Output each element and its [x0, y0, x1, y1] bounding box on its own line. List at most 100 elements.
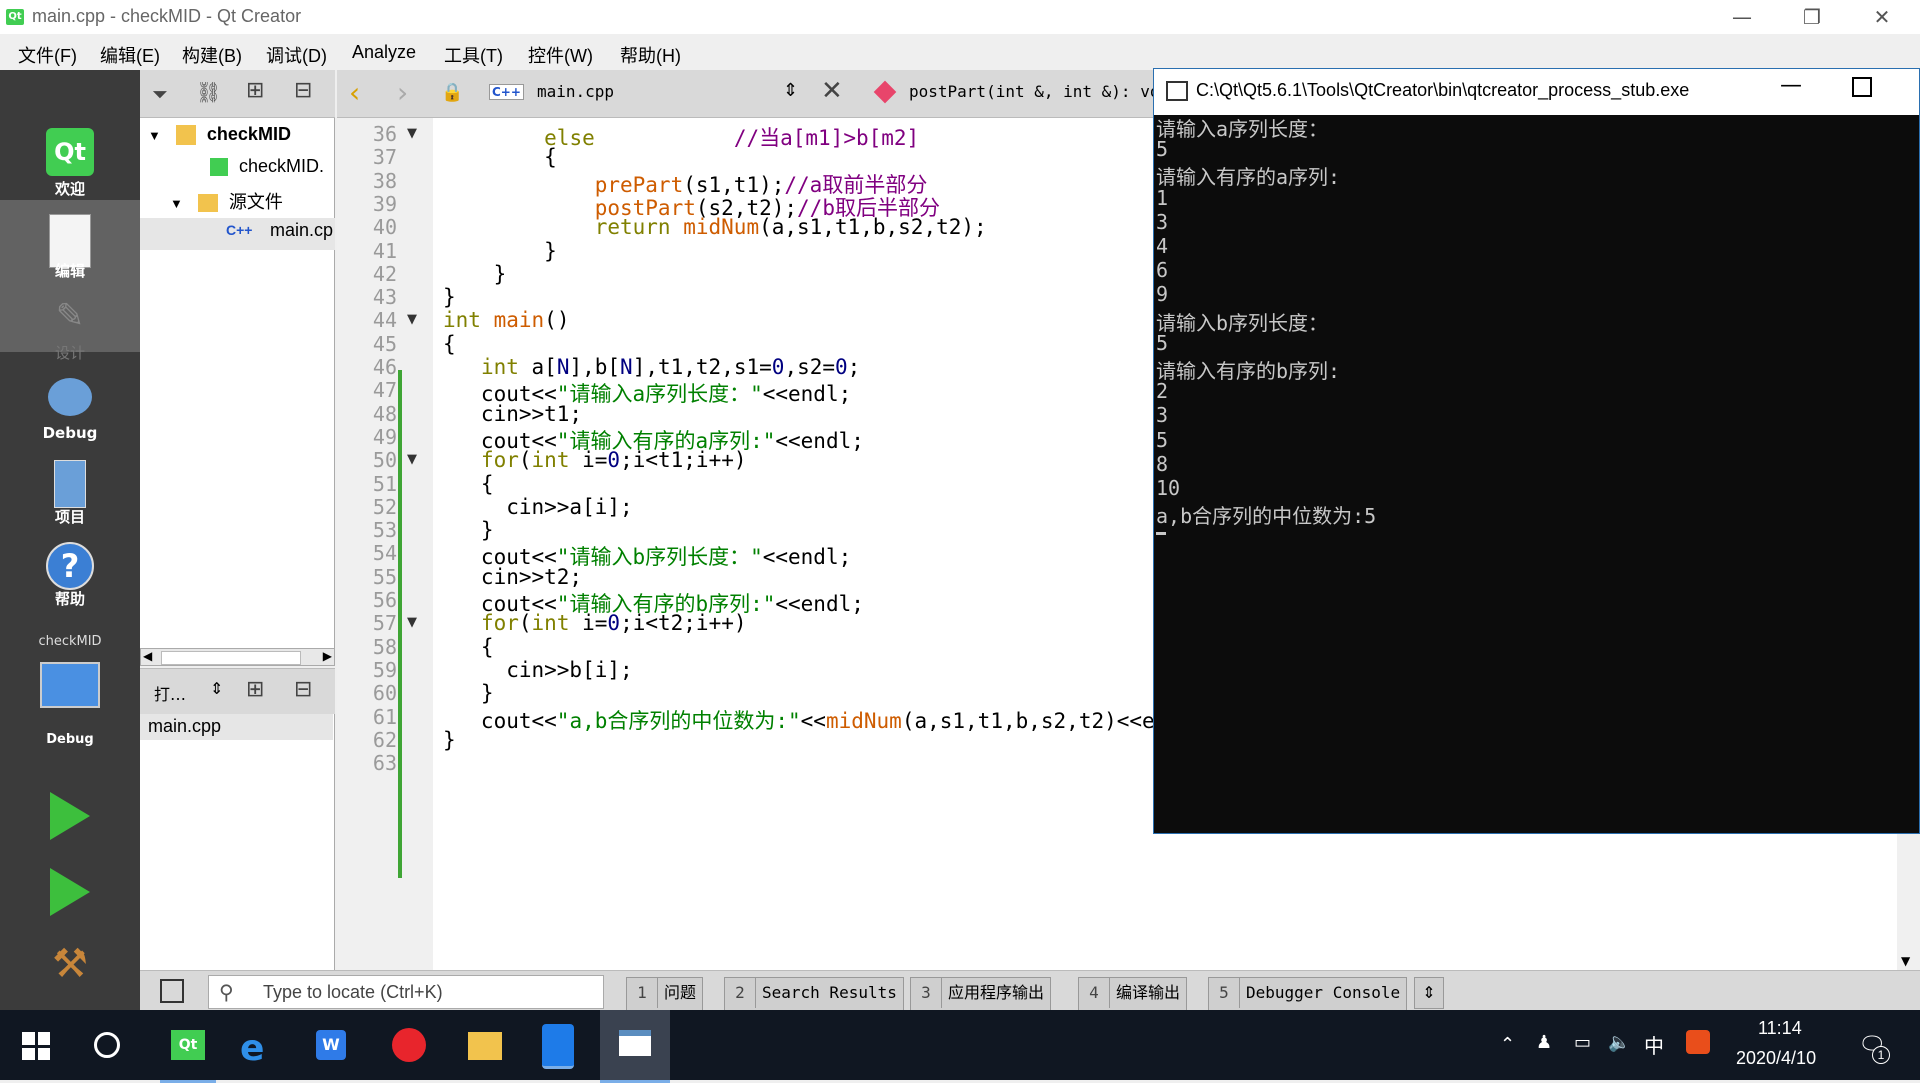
console-line: 8 [1156, 451, 1169, 476]
menu-edit[interactable]: 编辑(E) [100, 42, 160, 68]
fold-marker-icon[interactable]: ▼ [407, 312, 417, 327]
menu-build[interactable]: 构建(B) [182, 42, 242, 68]
console-line: 1 [1156, 185, 1169, 210]
code-line[interactable]: { [443, 635, 494, 659]
clock-date[interactable]: 2020/4/10 [1736, 1048, 1816, 1069]
filter-icon[interactable]: ⏷ [152, 82, 168, 106]
link-icon[interactable]: ⛓ [196, 80, 221, 104]
run-button[interactable] [0, 792, 140, 852]
ie-browser-icon[interactable]: e [240, 1028, 264, 1069]
back-icon[interactable]: ‹ [349, 76, 360, 109]
menu-widgets[interactable]: 控件(W) [528, 42, 593, 68]
fold-marker-icon[interactable]: ▼ [407, 452, 417, 467]
phone-app-icon[interactable] [542, 1024, 574, 1069]
split-icon[interactable]: ⊞ [246, 677, 264, 702]
tree-item-pro-file[interactable]: checkMID. [210, 156, 324, 177]
tree-item-main-cpp[interactable]: C++ main.cp [140, 218, 335, 250]
code-line[interactable]: cin>>t1; [443, 402, 582, 426]
close-pane-icon[interactable]: ⊟ [294, 677, 312, 702]
code-line[interactable]: for(int i=0;i<t1;i++) [443, 448, 747, 472]
pane-tab-compile-output[interactable]: 4 编译输出 [1078, 977, 1188, 1011]
code-line[interactable]: } [443, 518, 494, 542]
cortana-icon[interactable] [94, 1032, 120, 1058]
current-file-selector[interactable]: main.cpp [537, 82, 614, 101]
mode-help-label: 帮助 [54, 590, 85, 608]
code-line[interactable]: } [443, 681, 494, 705]
restore-button[interactable]: ❐ [1782, 0, 1842, 34]
symbol-selector[interactable]: postPart(int &, int &): voi [909, 82, 1169, 101]
mode-design-label: 设计 [54, 344, 85, 362]
code-line[interactable]: { [443, 332, 456, 356]
editor-toolbar: ‹ › 🔒 C++ main.cpp ⇕ ✕ postPart(int &, i… [337, 70, 1169, 118]
menu-help[interactable]: 帮助(H) [620, 42, 681, 68]
pane-tab-issues[interactable]: 1 问题 [626, 977, 704, 1011]
pane-tab-application-output[interactable]: 3 应用程序输出 [910, 977, 1052, 1011]
code-line[interactable]: cin>>b[i]; [443, 658, 632, 682]
selector-updown-icon[interactable]: ⇕ [210, 679, 223, 698]
split-icon[interactable]: ⊞ [246, 78, 264, 103]
menu-tools[interactable]: 工具(T) [444, 42, 503, 68]
show-hidden-icons[interactable]: ⌃ [1500, 1034, 1515, 1055]
ime-indicator[interactable]: 中 [1644, 1030, 1664, 1059]
open-doc-item[interactable]: main.cpp [140, 714, 333, 740]
menu-debug[interactable]: 调试(D) [266, 42, 327, 68]
forward-icon[interactable]: › [397, 76, 408, 109]
console-output[interactable]: 请输入a序列长度： 5 请输入有序的a序列: 1 3 4 6 9 请输入b序列长度： 5 请输入有序… [1154, 115, 1919, 833]
menu-analyze[interactable]: Analyze [352, 42, 416, 63]
code-line[interactable]: } [443, 239, 557, 263]
expand-arrow-icon[interactable]: ▼ [148, 128, 161, 143]
volume-icon[interactable]: 🔈 [1608, 1032, 1630, 1053]
tree-item-sources[interactable]: ▼ 源文件 [170, 188, 283, 214]
file-selector-updown-icon[interactable]: ⇕ [783, 80, 798, 101]
file-explorer-icon[interactable] [468, 1032, 502, 1060]
battery-icon[interactable]: ▭ [1574, 1032, 1591, 1053]
debug-run-button[interactable] [0, 868, 140, 928]
code-line[interactable]: for(int i=0;i<t2;i++) [443, 611, 747, 635]
locator-input[interactable]: ⚲ Type to locate (Ctrl+K) [208, 975, 604, 1009]
code-line[interactable]: } [443, 728, 456, 752]
line-number: 43 [372, 285, 397, 310]
close-sidebar-icon[interactable]: ⊟ [294, 78, 312, 103]
console-app-icon [1166, 81, 1188, 101]
tray-app-icon[interactable]: ♟ [1536, 1032, 1552, 1053]
sogou-input-icon[interactable] [1686, 1030, 1710, 1054]
code-line[interactable]: int main() [443, 308, 569, 332]
pane-tab-debugger-console[interactable]: 5 Debugger Console [1208, 977, 1408, 1011]
more-panes-icon[interactable]: ⇕ [1414, 977, 1444, 1009]
taskbar-qtcreator[interactable]: Qt [160, 1022, 216, 1083]
scroll-left-icon[interactable]: ◀ [143, 649, 152, 663]
code-line[interactable]: } [443, 285, 456, 309]
close-document-icon[interactable]: ✕ [821, 76, 843, 106]
scroll-thumb[interactable] [161, 651, 301, 665]
build-button[interactable]: ⚒ [0, 940, 140, 1000]
view-selector[interactable]: 打… [154, 681, 186, 705]
code-line[interactable]: { [443, 472, 494, 496]
windows-start-icon[interactable] [22, 1032, 50, 1060]
expand-arrow-icon[interactable]: ▼ [170, 196, 183, 211]
qt-creator-icon: Qt [171, 1030, 205, 1060]
minimize-button[interactable]: — [1712, 0, 1772, 34]
code-line[interactable]: } [443, 262, 507, 286]
fold-marker-icon[interactable]: ▼ [407, 126, 417, 141]
fold-marker-icon[interactable]: ▼ [407, 615, 417, 630]
code-line[interactable]: return midNum(a,s1,t1,b,s2,t2); [443, 215, 987, 239]
clock-time[interactable]: 11:14 [1758, 1018, 1802, 1039]
code-line[interactable]: cin>>t2; [443, 565, 582, 589]
close-button[interactable]: ✕ [1852, 0, 1912, 34]
toggle-sidebar-icon[interactable] [160, 979, 184, 1003]
code-line[interactable]: int a[N],b[N],t1,t2,s1=0,s2=0; [443, 355, 860, 379]
wps-writer-icon[interactable]: W [316, 1030, 346, 1060]
tree-item-project[interactable]: ▼ checkMID [148, 124, 291, 146]
horizontal-scrollbar[interactable]: ◀ ▶ [140, 648, 335, 666]
console-maximize-button[interactable] [1852, 77, 1872, 97]
code-line[interactable]: cout<<"a,b合序列的中位数为:"<<midNum(a,s1,t1,b,s… [443, 705, 1205, 735]
pane-tab-search-results[interactable]: 2 Search Results [724, 977, 904, 1011]
scroll-right-icon[interactable]: ▶ [323, 649, 332, 663]
taskbar-console[interactable] [600, 1010, 670, 1083]
scroll-down-icon[interactable]: ▼ [1901, 954, 1910, 968]
menu-file[interactable]: 文件(F) [18, 42, 77, 68]
console-minimize-button[interactable]: — [1780, 73, 1802, 98]
code-line[interactable]: cin>>a[i]; [443, 495, 632, 519]
code-line[interactable]: { [443, 145, 557, 169]
netease-music-icon[interactable] [392, 1028, 426, 1062]
